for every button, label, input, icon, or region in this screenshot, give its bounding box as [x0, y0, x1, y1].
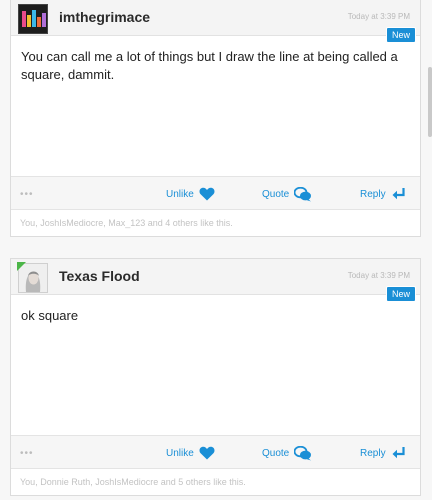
unlike-label: Unlike [166, 447, 194, 459]
quote-button[interactable]: Quote [262, 445, 312, 461]
likes-summary[interactable]: You, Donnie Ruth, JoshIsMediocre and 5 o… [20, 477, 246, 487]
post-body: You can call me a lot of things but I dr… [21, 49, 398, 82]
reply-button[interactable]: Reply [360, 186, 406, 202]
username[interactable]: imthegrimace [59, 9, 150, 25]
action-bar: ••• Unlike Quote Reply [11, 435, 420, 469]
speech-bubbles-icon [294, 186, 312, 201]
heart-icon [199, 446, 215, 460]
new-badge: New [385, 286, 416, 302]
speech-bubbles-icon [294, 445, 312, 460]
more-options-icon[interactable]: ••• [20, 189, 34, 200]
reply-button[interactable]: Reply [360, 445, 406, 461]
avatar[interactable] [18, 4, 48, 34]
post: imthegrimace Today at 3:39 PM New You ca… [10, 0, 421, 237]
post-timestamp: Today at 3:39 PM [347, 12, 410, 21]
reply-label: Reply [360, 447, 386, 459]
post-header: imthegrimace Today at 3:39 PM New [11, 0, 420, 43]
unlike-button[interactable]: Unlike [166, 445, 215, 461]
username[interactable]: Texas Flood [59, 268, 140, 284]
heart-icon [199, 187, 215, 201]
quote-label: Quote [262, 447, 290, 459]
post-body: ok square [21, 308, 79, 323]
new-badge: New [385, 27, 416, 43]
action-bar: ••• Unlike Quote Reply [11, 176, 420, 210]
unlike-label: Unlike [166, 188, 194, 200]
online-indicator [17, 262, 26, 271]
post: Texas Flood Today at 3:39 PM New ok squa… [10, 258, 421, 496]
scrollbar[interactable] [428, 67, 432, 137]
quote-button[interactable]: Quote [262, 186, 312, 202]
post-timestamp: Today at 3:39 PM [347, 271, 410, 280]
reply-arrow-icon [392, 447, 405, 459]
reply-arrow-icon [392, 188, 405, 200]
more-options-icon[interactable]: ••• [20, 448, 34, 459]
likes-summary[interactable]: You, JoshIsMediocre, Max_123 and 4 other… [20, 218, 233, 228]
reply-label: Reply [360, 188, 386, 200]
quote-label: Quote [262, 188, 290, 200]
post-header: Texas Flood Today at 3:39 PM New [11, 259, 420, 302]
unlike-button[interactable]: Unlike [166, 186, 215, 202]
